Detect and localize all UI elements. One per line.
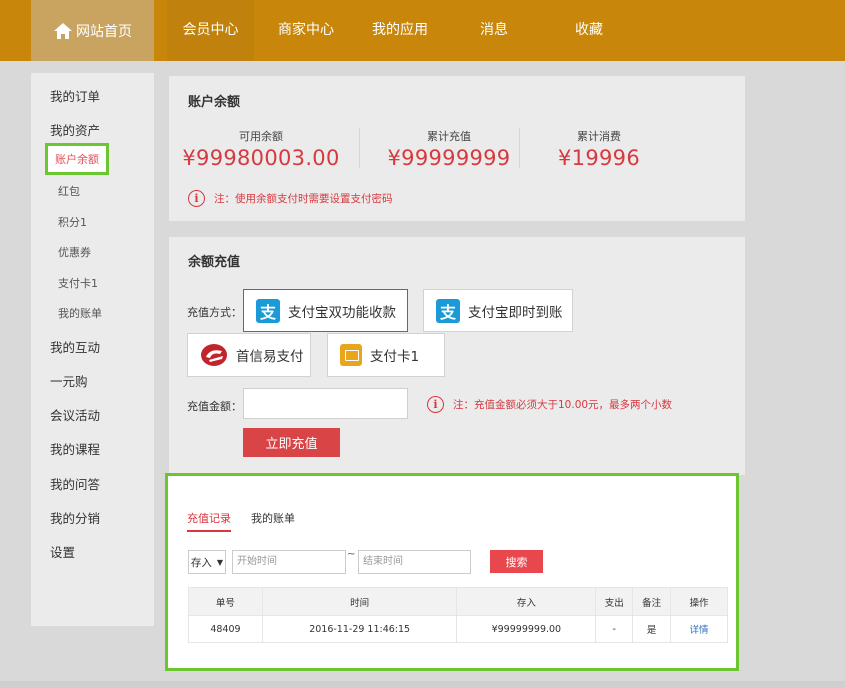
balance-panel: 账户余额 可用余额 ¥99980003.00 累计充值 ¥99999999 累计… [169,76,745,221]
amount-label: 充值金额： [187,400,242,413]
alipay-icon: 支 [436,298,460,323]
pay-method-pay-card[interactable]: 支付卡1 [327,333,445,377]
nav-item-favorites[interactable]: 收藏 [560,0,618,61]
column-header: 备注 [632,587,672,616]
sidebar-item-points[interactable]: 积分1 [58,214,87,230]
stat-label: 可用余额 [239,130,283,143]
pay-method-label: 首信易支付 [236,349,304,365]
home-label: 网站首页 [76,23,132,40]
table-row: 48409 2016-11-29 11:46:15 ¥99999999.00 -… [188,615,728,643]
caret-down-icon: ▼ [216,557,224,567]
sidebar-item-my-interactions[interactable]: 我的互动 [50,337,100,356]
amount-note-text: 注：充值金额必须大于10.00元，最多两个小数 [453,399,673,411]
payment-method-label: 充值方式： [187,306,242,319]
amount-note: i 注：充值金额必须大于10.00元，最多两个小数 [427,396,672,413]
stat-label: 累计消费 [577,130,621,143]
sidebar-item-account-balance[interactable]: 账户余额 [45,143,109,175]
sidebar-item-my-qa[interactable]: 我的问答 [50,474,100,493]
sidebar-item-my-assets[interactable]: 我的资产 [50,120,100,139]
alipay-icon: 支 [256,298,280,323]
pay-method-alipay-instant[interactable]: 支 支付宝即时到账 [423,289,573,332]
search-button[interactable]: 搜索 [490,550,543,573]
records-table: 单号 时间 存入 支出 备注 操作 48409 2016-11-29 11:46… [188,587,728,643]
pay-method-label: 支付宝即时到账 [468,304,563,321]
amount-input[interactable] [243,388,408,419]
divider [519,128,520,168]
nav-item-messages[interactable]: 消息 [465,0,523,61]
type-select-value: 存入 [190,556,212,569]
sidebar-item-my-courses[interactable]: 我的课程 [50,439,100,458]
date-separator: ~ [347,549,356,560]
sidebar-item-meetings[interactable]: 会议活动 [50,405,100,424]
column-header: 存入 [456,587,597,616]
recharge-submit-button[interactable]: 立即充值 [243,428,340,457]
detail-link[interactable]: 详情 [670,615,728,643]
type-select[interactable]: 存入 ▼ [188,550,226,574]
info-icon: i [427,396,444,413]
stat-value: ¥19996 [558,146,640,170]
balance-note-text: 注：使用余额支付时需要设置支付密码 [214,193,393,205]
stat-total-recharge: 累计充值 ¥99999999 [369,128,529,170]
table-header-row: 单号 时间 存入 支出 备注 操作 [188,587,728,616]
pay-method-alipay-dual[interactable]: 支 支付宝双功能收款 [243,289,408,332]
info-icon: i [188,190,205,207]
sidebar-item-my-bills[interactable]: 我的账单 [58,305,102,321]
stat-value: ¥99980003.00 [182,146,340,170]
sidebar-item-my-distribution[interactable]: 我的分销 [50,508,100,527]
stat-available-balance: 可用余额 ¥99980003.00 [181,128,341,170]
footer-strip [0,681,845,688]
tab-my-bills[interactable]: 我的账单 [251,510,295,526]
balance-note: i 注：使用余额支付时需要设置支付密码 [188,190,393,207]
column-header: 时间 [261,587,458,616]
stat-label: 累计充值 [427,130,471,143]
balance-title: 账户余额 [188,95,241,110]
divider [359,128,360,168]
stat-total-spending: 累计消费 ¥19996 [529,128,669,170]
nav-item-member-center[interactable]: 会员中心 [167,0,254,61]
column-header: 支出 [595,587,634,616]
sidebar-item-my-orders[interactable]: 我的订单 [50,86,100,105]
pay-method-label: 支付宝双功能收款 [288,304,396,321]
sidebar-item-settings[interactable]: 设置 [50,542,75,561]
payease-icon [201,344,227,366]
pay-method-label: 支付卡1 [370,349,420,365]
column-header: 单号 [188,587,263,616]
tab-recharge-records[interactable]: 充值记录 [187,510,231,532]
sidebar: 我的订单 我的资产 账户余额 红包 积分1 优惠券 支付卡1 我的账单 我的互动… [31,73,154,626]
pay-method-payease[interactable]: 首信易支付 [187,333,311,377]
start-date-input[interactable]: 开始时间 [232,550,346,574]
card-icon [340,344,362,366]
sidebar-item-pay-card[interactable]: 支付卡1 [58,275,98,291]
cell-expense: - [595,615,634,643]
home-icon [54,22,72,39]
cell-remark: 是 [632,615,672,643]
nav-item-merchant-center[interactable]: 商家中心 [266,0,346,61]
recharge-title: 余额充值 [188,255,241,270]
top-nav: 网站首页 会员中心 商家中心 我的应用 消息 收藏 [0,0,845,61]
sidebar-item-coupons[interactable]: 优惠券 [58,244,91,260]
records-panel: 充值记录 我的账单 存入 ▼ 开始时间 ~ 结束时间 搜索 单号 时间 存入 支… [165,473,739,671]
home-link[interactable]: 网站首页 [31,0,154,61]
sidebar-item-one-yuan-buy[interactable]: 一元购 [50,371,88,390]
cell-deposit: ¥99999999.00 [456,615,597,643]
end-date-input[interactable]: 结束时间 [358,550,471,574]
stat-value: ¥99999999 [387,146,511,170]
sidebar-item-red-packet[interactable]: 红包 [58,183,80,199]
column-header: 操作 [670,587,728,616]
nav-item-my-apps[interactable]: 我的应用 [360,0,440,61]
cell-id: 48409 [188,615,263,643]
cell-time: 2016-11-29 11:46:15 [261,615,458,643]
